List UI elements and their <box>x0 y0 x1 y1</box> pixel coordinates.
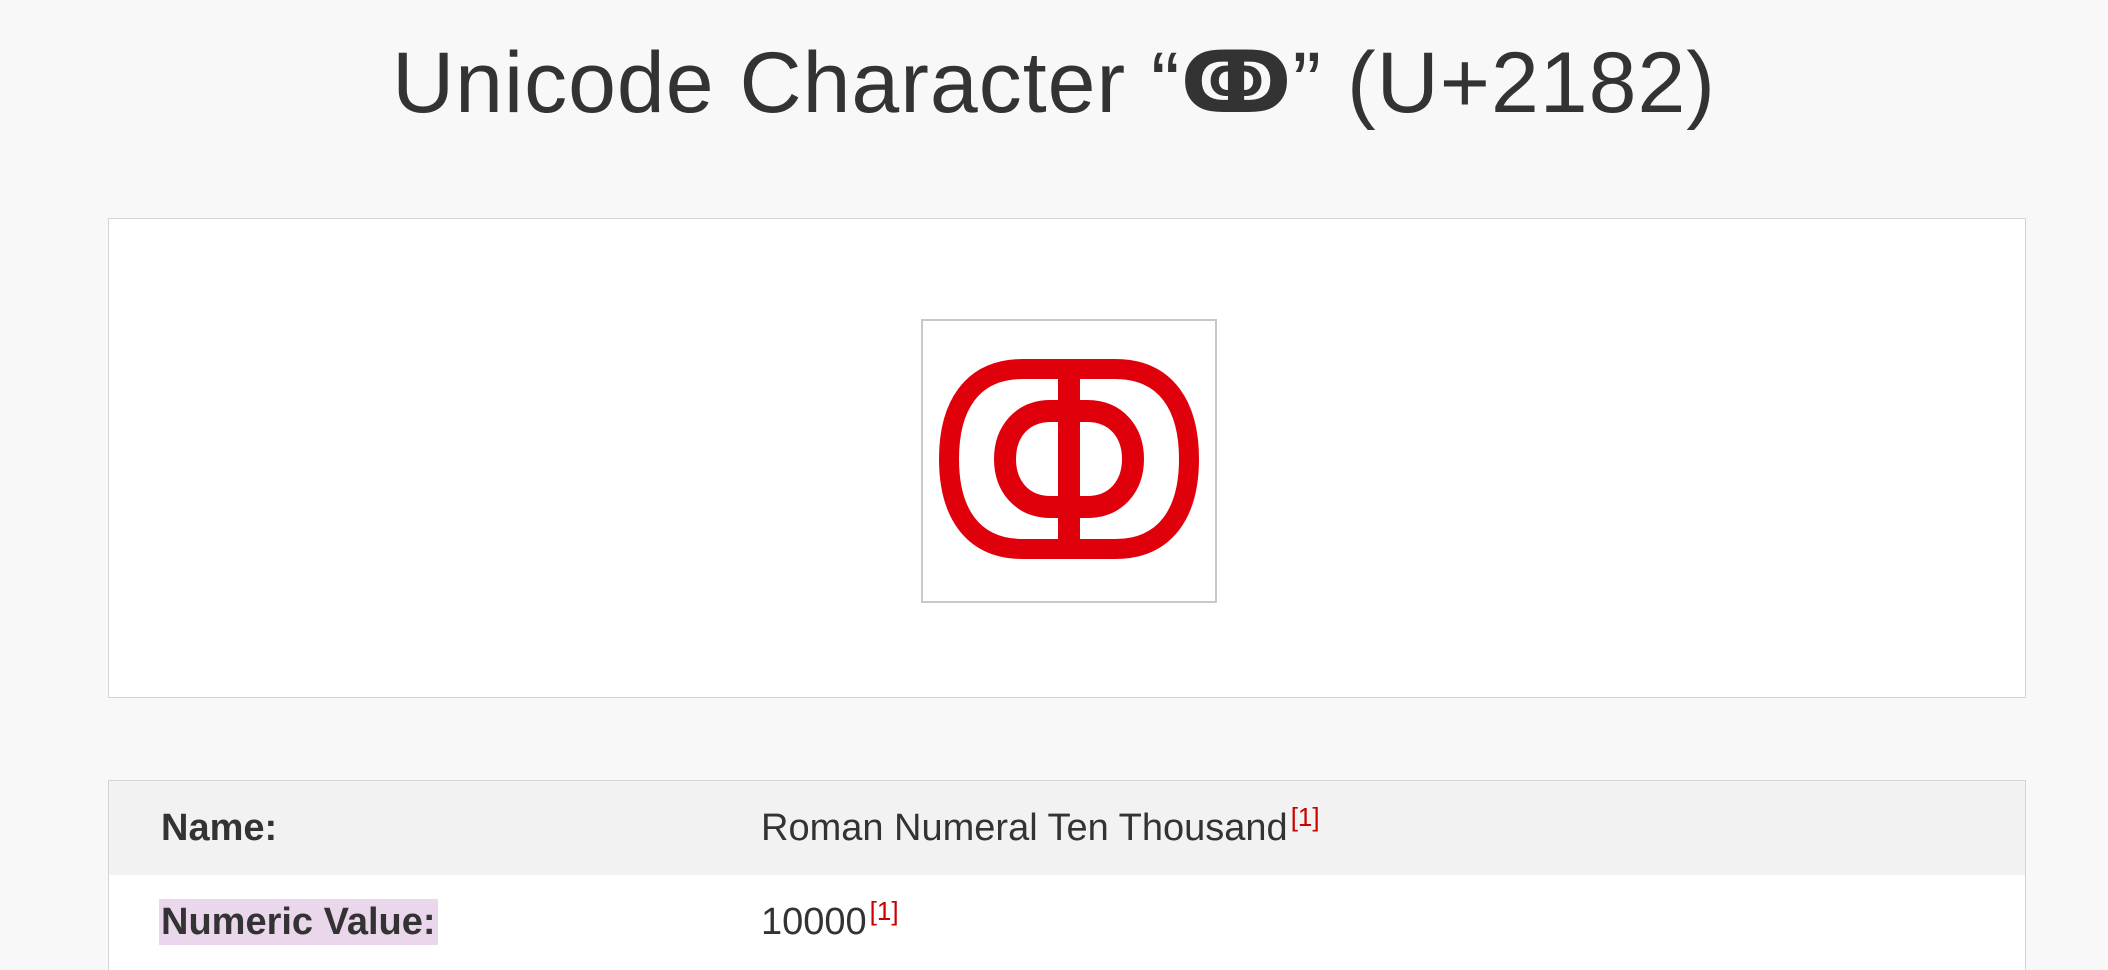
property-label: Name: <box>161 807 278 849</box>
reference-link[interactable]: [1] <box>870 896 899 926</box>
property-label: Numeric Value: <box>159 899 438 945</box>
glyph-image-frame <box>921 319 1217 603</box>
numeric-value: 10000 <box>761 901 867 943</box>
name-value: Roman Numeral Ten Thousand <box>761 807 1288 849</box>
table-row-numeric-value: Numeric Value: 10000 [1] <box>109 875 2025 969</box>
character-properties-table: Name: Roman Numeral Ten Thousand [1] Nume… <box>108 780 2026 970</box>
reference-link[interactable]: [1] <box>1291 802 1320 832</box>
page: Unicode Character “ↂ” (U+2182) Name: Rom… <box>0 0 2108 970</box>
property-value: 10000 [1] <box>761 896 899 945</box>
table-row-name: Name: Roman Numeral Ten Thousand [1] <box>109 781 2025 875</box>
glyph-preview-panel <box>108 218 2026 698</box>
roman-numeral-ten-thousand-glyph-icon <box>938 359 1200 559</box>
title-suffix: ” (U+2182) <box>1292 35 1716 131</box>
title-glyph: ↂ <box>1180 33 1293 133</box>
property-value: Roman Numeral Ten Thousand [1] <box>761 802 1320 851</box>
title-prefix: Unicode Character “ <box>392 35 1181 131</box>
page-title: Unicode Character “ↂ” (U+2182) <box>0 28 2108 138</box>
